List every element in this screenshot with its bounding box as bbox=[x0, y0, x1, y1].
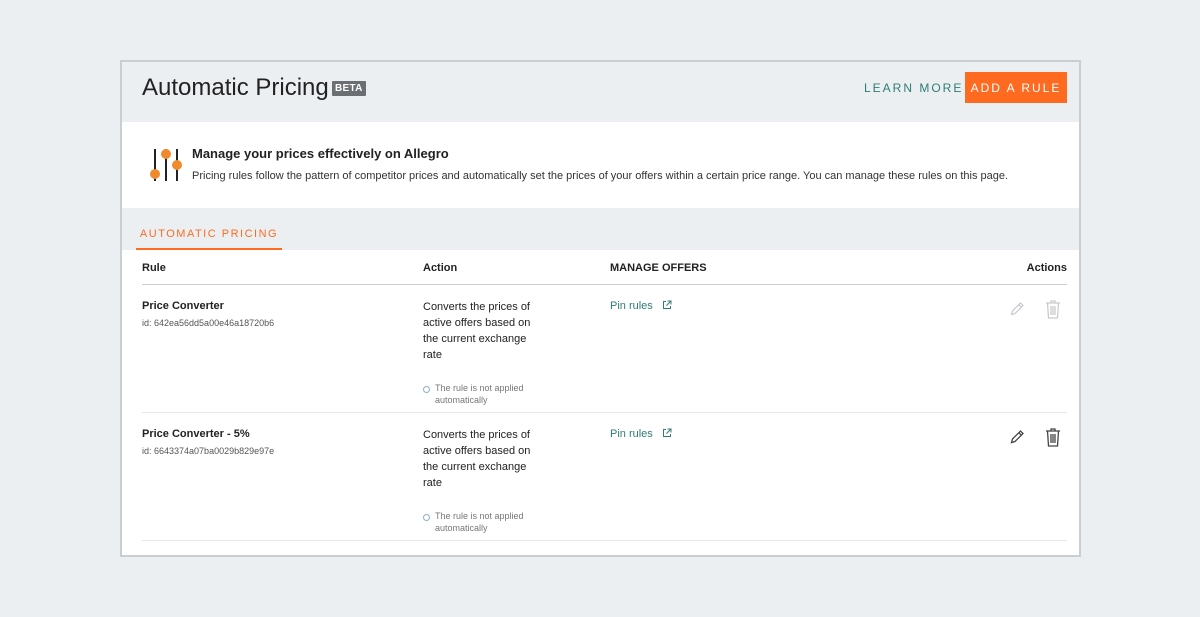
rules-table: Rule Action MANAGE OFFERS Actions Price … bbox=[142, 250, 1067, 541]
sliders-icon bbox=[150, 149, 182, 181]
page-title: Automatic Pricing bbox=[142, 74, 329, 101]
edit-icon[interactable] bbox=[1009, 301, 1025, 317]
rule-note: The rule is not applied automatically bbox=[423, 382, 545, 406]
pin-rules-label: Pin rules bbox=[610, 300, 653, 312]
column-header-action: Action bbox=[423, 262, 458, 274]
info-description: Pricing rules follow the pattern of comp… bbox=[192, 170, 1009, 182]
info-title: Manage your prices effectively on Allegr… bbox=[192, 146, 449, 161]
tab-bar: AUTOMATIC PRICING bbox=[122, 208, 1079, 250]
table-row: Price Converter id: 642ea56dd5a00e46a187… bbox=[142, 285, 1067, 413]
info-circle-icon bbox=[423, 386, 430, 393]
beta-badge: BETA bbox=[332, 81, 366, 96]
info-circle-icon bbox=[423, 514, 430, 521]
rule-note-text: The rule is not applied automatically bbox=[435, 383, 524, 405]
column-header-rule: Rule bbox=[142, 262, 166, 274]
pin-rules-link[interactable]: Pin rules bbox=[610, 428, 672, 440]
rule-note: The rule is not applied automatically bbox=[423, 510, 545, 534]
external-link-icon bbox=[662, 428, 672, 437]
rule-action-description: Converts the prices of active offers bas… bbox=[423, 429, 531, 489]
tab-automatic-pricing[interactable]: AUTOMATIC PRICING bbox=[136, 208, 282, 250]
rule-action-description: Converts the prices of active offers bas… bbox=[423, 301, 531, 361]
add-rule-button[interactable]: ADD A RULE bbox=[965, 72, 1067, 103]
external-link-icon bbox=[662, 300, 672, 309]
edit-icon[interactable] bbox=[1009, 429, 1025, 445]
rule-id: id: 6643374a07ba0029b829e97e bbox=[142, 446, 275, 456]
table-row: Price Converter - 5% id: 6643374a07ba002… bbox=[142, 413, 1067, 541]
rule-id: id: 642ea56dd5a00e46a18720b6 bbox=[142, 318, 275, 328]
pin-rules-link[interactable]: Pin rules bbox=[610, 300, 672, 312]
trash-icon[interactable] bbox=[1045, 299, 1061, 319]
column-header-manage-offers: MANAGE OFFERS bbox=[610, 262, 707, 274]
table-header: Rule Action MANAGE OFFERS Actions bbox=[142, 250, 1067, 285]
info-banner: Manage your prices effectively on Allegr… bbox=[122, 122, 1079, 208]
rule-name: Price Converter - 5% bbox=[142, 428, 250, 440]
rule-note-text: The rule is not applied automatically bbox=[435, 511, 524, 533]
trash-icon[interactable] bbox=[1045, 427, 1061, 447]
column-header-actions: Actions bbox=[1026, 262, 1067, 274]
rule-name: Price Converter bbox=[142, 300, 224, 312]
automatic-pricing-panel: Automatic Pricing BETA LEARN MORE ADD A … bbox=[120, 60, 1081, 557]
page-header: Automatic Pricing BETA LEARN MORE ADD A … bbox=[122, 62, 1079, 122]
learn-more-link[interactable]: LEARN MORE bbox=[864, 81, 963, 95]
pin-rules-label: Pin rules bbox=[610, 428, 653, 440]
